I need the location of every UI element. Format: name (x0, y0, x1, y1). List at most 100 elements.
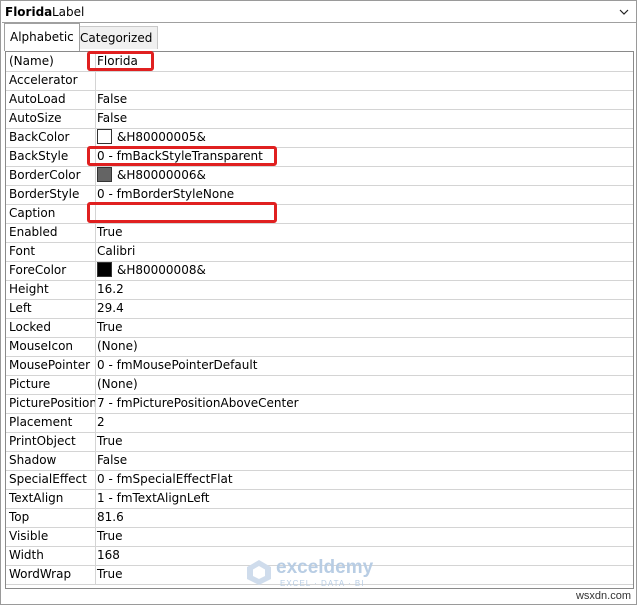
property-row[interactable]: Shadow False (6, 451, 633, 471)
property-name: PicturePosition (6, 394, 96, 413)
tab-categorized[interactable]: Categorized (74, 26, 159, 49)
property-name: TextAlign (6, 489, 96, 508)
property-row[interactable]: SpecialEffect 0 - fmSpecialEffectFlat (6, 470, 633, 490)
property-row[interactable]: Font Calibri (6, 242, 633, 262)
property-value-text: 81.6 (97, 510, 124, 524)
property-value[interactable]: &H80000008& (97, 261, 629, 280)
property-name: AutoSize (6, 109, 96, 128)
property-name: Placement (6, 413, 96, 432)
property-value-text: False (97, 453, 128, 467)
property-value[interactable]: (None) (97, 337, 629, 356)
watermark-name: exceldemy (276, 557, 374, 578)
property-name: Picture (6, 375, 96, 394)
property-row[interactable]: Visible True (6, 527, 633, 547)
property-value-text: False (97, 111, 128, 125)
color-swatch (97, 262, 112, 277)
property-value[interactable]: 1 - fmTextAlignLeft (97, 489, 629, 508)
property-value-text: True (97, 225, 123, 239)
property-name: PrintObject (6, 432, 96, 451)
property-value[interactable]: False (97, 451, 629, 470)
property-value[interactable]: True (97, 527, 629, 546)
object-type: Label (52, 5, 85, 19)
property-value[interactable]: 0 - fmSpecialEffectFlat (97, 470, 629, 489)
property-value-text: &H80000008& (117, 263, 206, 277)
property-value[interactable] (97, 71, 629, 90)
property-name: BackStyle (6, 147, 96, 166)
property-name: WordWrap (6, 565, 96, 584)
properties-window: Florida Label Alphabetic Categorized (Na… (0, 0, 637, 605)
property-value-text: True (97, 434, 123, 448)
property-row[interactable]: Left 29.4 (6, 299, 633, 319)
property-row[interactable]: MouseIcon (None) (6, 337, 633, 357)
property-row[interactable]: ForeColor &H80000008& (6, 261, 633, 281)
property-value[interactable]: &H80000006& (97, 166, 629, 185)
highlight-name (87, 51, 154, 71)
property-value[interactable]: Calibri (97, 242, 629, 261)
property-row[interactable]: AutoSize False (6, 109, 633, 129)
property-row[interactable]: BackColor &H80000005& (6, 128, 633, 148)
property-name: AutoLoad (6, 90, 96, 109)
property-row[interactable]: PrintObject True (6, 432, 633, 452)
property-value-text: 168 (97, 548, 120, 562)
property-name: Top (6, 508, 96, 527)
property-value-text: (None) (97, 339, 138, 353)
property-value[interactable]: 7 - fmPicturePositionAboveCenter (97, 394, 629, 413)
property-value[interactable]: True (97, 318, 629, 337)
property-name: Accelerator (6, 71, 96, 90)
property-name: Left (6, 299, 96, 318)
property-value[interactable]: False (97, 90, 629, 109)
property-row[interactable]: Enabled True (6, 223, 633, 243)
property-row[interactable]: Locked True (6, 318, 633, 338)
property-name: Font (6, 242, 96, 261)
object-name: Florida (5, 5, 53, 19)
property-value-text: &H80000005& (117, 130, 206, 144)
property-name: BorderColor (6, 166, 96, 185)
property-row[interactable]: Picture (None) (6, 375, 633, 395)
property-row[interactable]: Accelerator (6, 71, 633, 91)
property-value[interactable]: False (97, 109, 629, 128)
property-value-text: 0 - fmMousePointerDefault (97, 358, 258, 372)
property-grid: (Name) Florida Accelerator AutoLoad False Aut… (5, 51, 634, 589)
property-row[interactable]: PicturePosition 7 - fmPicturePositionAbov… (6, 394, 633, 414)
tab-strip: Alphabetic Categorized (1, 23, 637, 51)
site-credit: wsxdn.com (575, 590, 631, 602)
property-row[interactable]: TextAlign 1 - fmTextAlignLeft (6, 489, 633, 509)
exceldemy-logo-icon (247, 560, 271, 585)
property-value[interactable]: 81.6 (97, 508, 629, 527)
property-value[interactable]: 29.4 (97, 299, 629, 318)
property-value[interactable]: True (97, 432, 629, 451)
property-row[interactable]: Top 81.6 (6, 508, 633, 528)
property-value[interactable]: Florida (97, 52, 629, 71)
property-name: (Name) (6, 52, 96, 71)
property-name: BackColor (6, 128, 96, 147)
property-row[interactable]: BorderColor &H80000006& (6, 166, 633, 186)
object-selector-dropdown[interactable] (612, 2, 636, 22)
property-name: Caption (6, 204, 96, 223)
property-value[interactable]: 0 - fmMousePointerDefault (97, 356, 629, 375)
property-value[interactable]: 2 (97, 413, 629, 432)
object-selector[interactable]: Florida Label (2, 2, 636, 23)
highlight-backstyle (87, 146, 277, 166)
property-name: Visible (6, 527, 96, 546)
property-name: Height (6, 280, 96, 299)
property-value[interactable]: &H80000005& (97, 128, 629, 147)
color-swatch (97, 129, 112, 144)
property-value[interactable]: (None) (97, 375, 629, 394)
property-value[interactable]: 16.2 (97, 280, 629, 299)
property-value-text: 16.2 (97, 282, 124, 296)
tab-alphabetic[interactable]: Alphabetic (4, 23, 80, 51)
property-name: MousePointer (6, 356, 96, 375)
property-value-text: &H80000006& (117, 168, 206, 182)
property-row[interactable]: Placement 2 (6, 413, 633, 433)
property-name: MouseIcon (6, 337, 96, 356)
highlight-caption (87, 202, 277, 223)
property-value-text: 1 - fmTextAlignLeft (97, 491, 210, 505)
chevron-down-icon (619, 9, 629, 15)
property-row[interactable]: AutoLoad False (6, 90, 633, 110)
property-value[interactable]: True (97, 223, 629, 242)
property-row[interactable]: Height 16.2 (6, 280, 633, 300)
property-value-text: Calibri (97, 244, 136, 258)
property-row[interactable]: MousePointer 0 - fmMousePointerDefault (6, 356, 633, 376)
watermark-tagline: EXCEL · DATA · BI (280, 579, 365, 588)
property-name: Width (6, 546, 96, 565)
